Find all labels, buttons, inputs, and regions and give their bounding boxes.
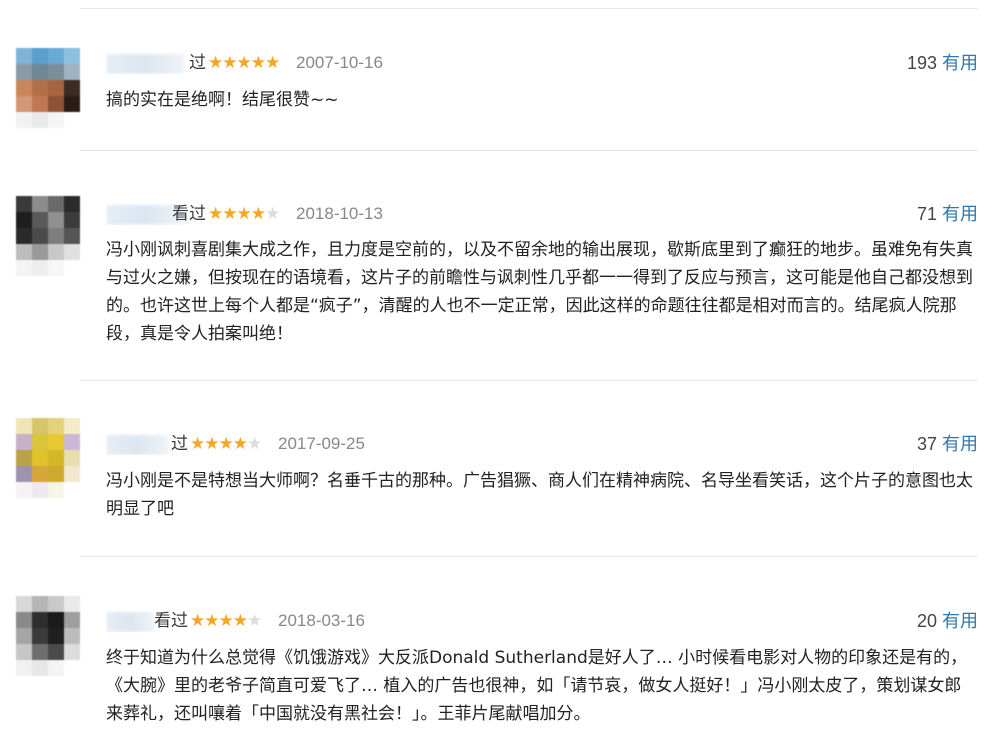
useful-button[interactable]: 有用 [942, 611, 978, 631]
vote-area: 20 有用 [917, 610, 978, 632]
user-avatar[interactable] [16, 196, 80, 276]
username[interactable]: 过 [106, 52, 206, 74]
star-filled-icon: ★★★★ [190, 611, 248, 631]
rating-stars: ★★★★★ [208, 52, 280, 74]
comment-text: 冯小刚是不是特想当大师啊？名垂千古的那种。广告猖獗、商人们在精神病院、名导坐看笑… [106, 471, 973, 519]
comment-date: 2007-10-16 [296, 53, 383, 72]
vote-count: 37 [916, 434, 937, 454]
comment-text: 冯小刚讽刺喜剧集大成之作，且力度是空前的，以及不留余地的输出展现，歇斯底里到了癫… [106, 240, 973, 344]
star-filled-icon: ★★★★★ [208, 53, 280, 73]
useful-button[interactable]: 有用 [942, 53, 978, 73]
comment-divider [80, 150, 978, 151]
watch-status: 看过 [172, 204, 206, 224]
comment-date: 2018-03-16 [278, 611, 365, 630]
watch-status: 看过 [154, 611, 188, 631]
vote-area: 193 有用 [907, 52, 978, 74]
rating-stars: ★★★★★ [190, 433, 262, 455]
watch-status: 过 [171, 434, 188, 454]
star-filled-icon: ★★★★ [208, 204, 266, 224]
user-avatar[interactable] [16, 48, 80, 128]
user-avatar[interactable] [16, 596, 80, 676]
comment-divider [80, 556, 978, 557]
star-empty-icon: ★ [246, 611, 262, 631]
blurred-username [106, 54, 184, 74]
username[interactable]: 过 [106, 433, 188, 455]
vote-count: 71 [916, 204, 937, 224]
star-filled-icon: ★★★★ [190, 434, 248, 454]
star-empty-icon: ★ [246, 434, 262, 454]
comment-text: 搞的实在是绝啊！结尾很赞~~ [106, 90, 339, 110]
username[interactable]: 看过 [106, 610, 188, 632]
star-empty-icon: ★ [264, 204, 280, 224]
vote-area: 71 有用 [917, 203, 978, 225]
useful-button[interactable]: 有用 [942, 204, 978, 224]
vote-area: 37 有用 [917, 433, 978, 455]
vote-count: 193 [906, 53, 937, 73]
comment-date: 2017-09-25 [278, 434, 365, 453]
comment-divider [80, 380, 978, 381]
rating-stars: ★★★★★ [190, 610, 262, 632]
user-avatar[interactable] [16, 418, 80, 498]
comment-text: 终于知道为什么总觉得《饥饿游戏》大反派Donald Sutherland是好人了… [106, 648, 968, 724]
vote-count: 20 [916, 611, 937, 631]
username[interactable]: 看过 [106, 203, 206, 225]
watch-status: 过 [189, 53, 206, 73]
blurred-username [106, 435, 168, 455]
blurred-username [106, 612, 154, 632]
useful-button[interactable]: 有用 [942, 434, 978, 454]
rating-stars: ★★★★★ [208, 203, 280, 225]
top-divider [80, 8, 978, 9]
comment-date: 2018-10-13 [296, 204, 383, 223]
